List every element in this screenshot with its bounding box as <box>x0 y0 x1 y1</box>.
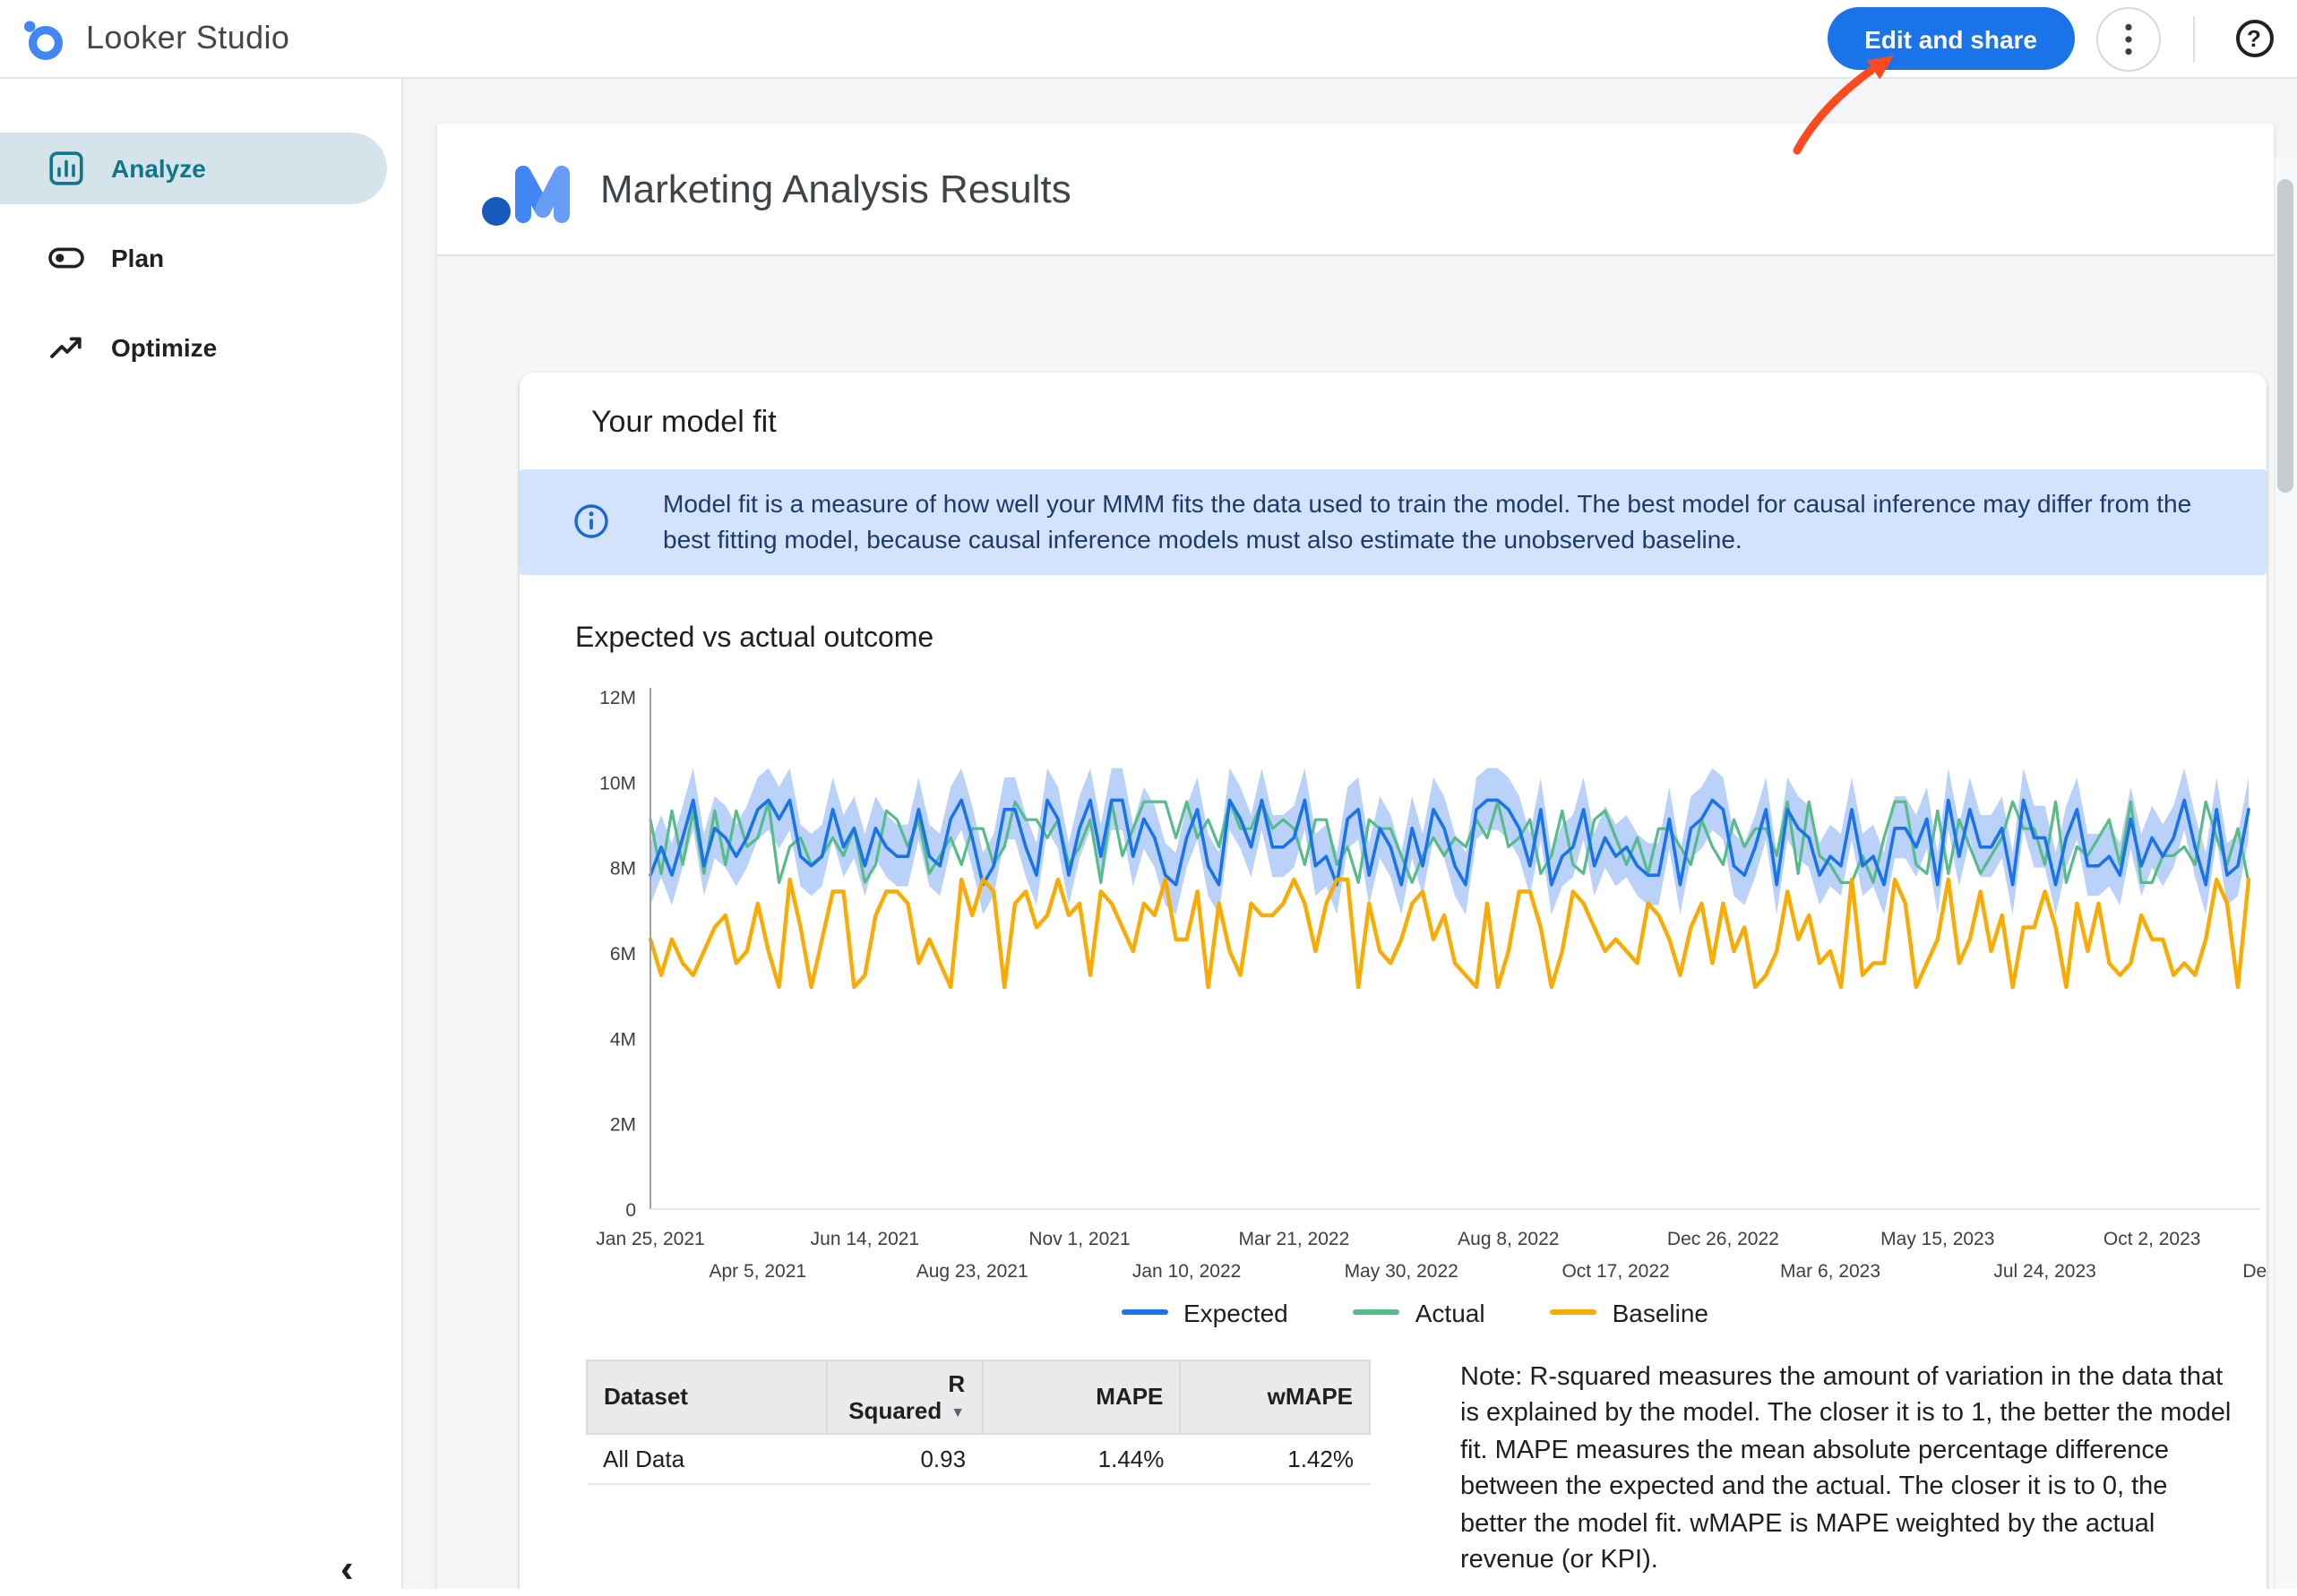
cell-r-squared: 0.93 <box>826 1433 982 1483</box>
info-banner-text: Model fit is a measure of how well your … <box>663 485 2234 558</box>
metrics-note: Note: R-squared measures the amount of v… <box>1460 1359 2236 1580</box>
top-app-bar: Looker Studio Edit and share ? <box>0 0 2297 79</box>
more-options-button[interactable] <box>2096 6 2161 71</box>
sidebar-item-optimize[interactable]: Optimize <box>0 312 387 383</box>
legend-item-actual[interactable]: Actual <box>1353 1298 1485 1326</box>
svg-text:6M: 6M <box>610 943 636 964</box>
cell-dataset: All Data <box>587 1433 826 1483</box>
svg-text:Oct 2, 2023: Oct 2, 2023 <box>2103 1228 2201 1248</box>
cell-mape: 1.44% <box>982 1433 1180 1483</box>
main-content: Marketing Analysis Results Your model fi… <box>403 79 2297 1589</box>
sidebar-item-label: Optimize <box>111 333 217 362</box>
table-row: All Data 0.93 1.44% 1.42% <box>587 1433 1370 1483</box>
help-button[interactable]: ? <box>2227 12 2281 65</box>
analyze-icon <box>48 150 84 186</box>
legend-label: Actual <box>1415 1298 1485 1326</box>
svg-text:Nov 1, 2021: Nov 1, 2021 <box>1028 1228 1130 1248</box>
brand: Looker Studio <box>20 15 289 62</box>
svg-text:2M: 2M <box>610 1114 636 1135</box>
svg-text:Aug 8, 2022: Aug 8, 2022 <box>1458 1228 1559 1248</box>
expected-vs-actual-chart[interactable]: 02M4M6M8M10M12MJan 25, 2021Apr 5, 2021Ju… <box>570 678 2267 1294</box>
actual-line-swatch <box>1353 1309 1399 1316</box>
sidebar-item-plan[interactable]: Plan <box>0 222 387 294</box>
header-divider <box>2193 15 2195 62</box>
sort-desc-icon: ▼ <box>951 1403 965 1420</box>
sidebar-item-label: Analyze <box>111 154 206 183</box>
optimize-icon <box>48 330 84 365</box>
line-chart[interactable]: 02M4M6M8M10M12MJan 25, 2021Apr 5, 2021Ju… <box>570 678 2267 1294</box>
info-banner: Model fit is a measure of how well your … <box>520 469 2267 574</box>
svg-text:Dec: Dec <box>2242 1260 2267 1281</box>
legend-item-expected[interactable]: Expected <box>1121 1298 1288 1326</box>
sidebar: Analyze Plan Optimize ‹ <box>0 79 403 1589</box>
column-header-dataset: Dataset <box>587 1360 826 1433</box>
info-icon <box>573 504 609 540</box>
plan-icon <box>48 240 84 276</box>
looker-studio-logo <box>20 15 66 62</box>
scrollbar[interactable] <box>2274 158 2297 1589</box>
column-header-r-squared[interactable]: R Squared▼ <box>826 1360 982 1433</box>
more-options-icon <box>2125 22 2132 55</box>
expected-line-swatch <box>1121 1309 1167 1316</box>
help-icon: ? <box>2235 20 2273 57</box>
svg-text:12M: 12M <box>599 687 636 708</box>
cell-wmape: 1.42% <box>1180 1433 1370 1483</box>
svg-text:0: 0 <box>625 1199 636 1220</box>
scrollbar-thumb[interactable] <box>2277 179 2293 493</box>
header-actions: Edit and share ? <box>1827 6 2281 71</box>
svg-text:May 15, 2023: May 15, 2023 <box>1880 1228 1994 1248</box>
report-body: Your model fit Model fit is a measure of… <box>437 256 2274 1589</box>
report-title: Marketing Analysis Results <box>600 166 1071 212</box>
chevron-left-icon: ‹ <box>340 1546 354 1591</box>
fit-metrics-table: Dataset R Squared▼ MAPE <box>586 1359 1371 1580</box>
sidebar-item-analyze[interactable]: Analyze <box>0 133 387 204</box>
sidebar-item-label: Plan <box>111 244 164 272</box>
svg-text:Jan 25, 2021: Jan 25, 2021 <box>596 1228 704 1248</box>
svg-text:Jun 14, 2021: Jun 14, 2021 <box>811 1228 919 1248</box>
chart-legend: Expected Actual Baseline <box>570 1298 2259 1326</box>
info-icon-box <box>520 504 663 540</box>
column-header-mape: MAPE <box>982 1360 1180 1433</box>
marketing-logo-icon <box>480 151 577 227</box>
svg-text:Jul 24, 2023: Jul 24, 2023 <box>1993 1260 2095 1281</box>
svg-text:Mar 21, 2022: Mar 21, 2022 <box>1239 1228 1350 1248</box>
app-title: Looker Studio <box>86 20 289 57</box>
column-header-wmape: wMAPE <box>1180 1360 1370 1433</box>
svg-text:Mar 6, 2023: Mar 6, 2023 <box>1780 1260 1880 1281</box>
svg-text:10M: 10M <box>599 773 636 794</box>
svg-text:4M: 4M <box>610 1029 636 1050</box>
fit-metrics-row: Dataset R Squared▼ MAPE <box>586 1359 2267 1580</box>
model-fit-card: Your model fit Model fit is a measure of… <box>520 373 2267 1589</box>
svg-text:Aug 23, 2021: Aug 23, 2021 <box>916 1260 1028 1281</box>
baseline-line-swatch <box>1550 1309 1596 1316</box>
legend-label: Baseline <box>1613 1298 1708 1326</box>
legend-label: Expected <box>1183 1298 1288 1326</box>
svg-text:Oct 17, 2022: Oct 17, 2022 <box>1561 1260 1669 1281</box>
svg-text:Apr 5, 2021: Apr 5, 2021 <box>710 1260 807 1281</box>
edit-and-share-button[interactable]: Edit and share <box>1827 7 2075 70</box>
legend-item-baseline[interactable]: Baseline <box>1550 1298 1708 1326</box>
svg-text:8M: 8M <box>610 858 636 879</box>
app-window: Looker Studio Edit and share ? <box>0 0 2297 1589</box>
table-header-row: Dataset R Squared▼ MAPE <box>587 1360 1370 1433</box>
svg-text:Dec 26, 2022: Dec 26, 2022 <box>1667 1228 1779 1248</box>
report-header: Marketing Analysis Results <box>437 124 2274 256</box>
collapse-sidebar-button[interactable]: ‹ <box>333 1542 361 1596</box>
card-title: Your model fit <box>520 373 2267 441</box>
svg-text:Jan 10, 2022: Jan 10, 2022 <box>1132 1260 1241 1281</box>
report-canvas: Marketing Analysis Results Your model fi… <box>437 124 2274 1589</box>
svg-text:May 30, 2022: May 30, 2022 <box>1345 1260 1458 1281</box>
chart-title: Expected vs actual outcome <box>575 622 2267 655</box>
